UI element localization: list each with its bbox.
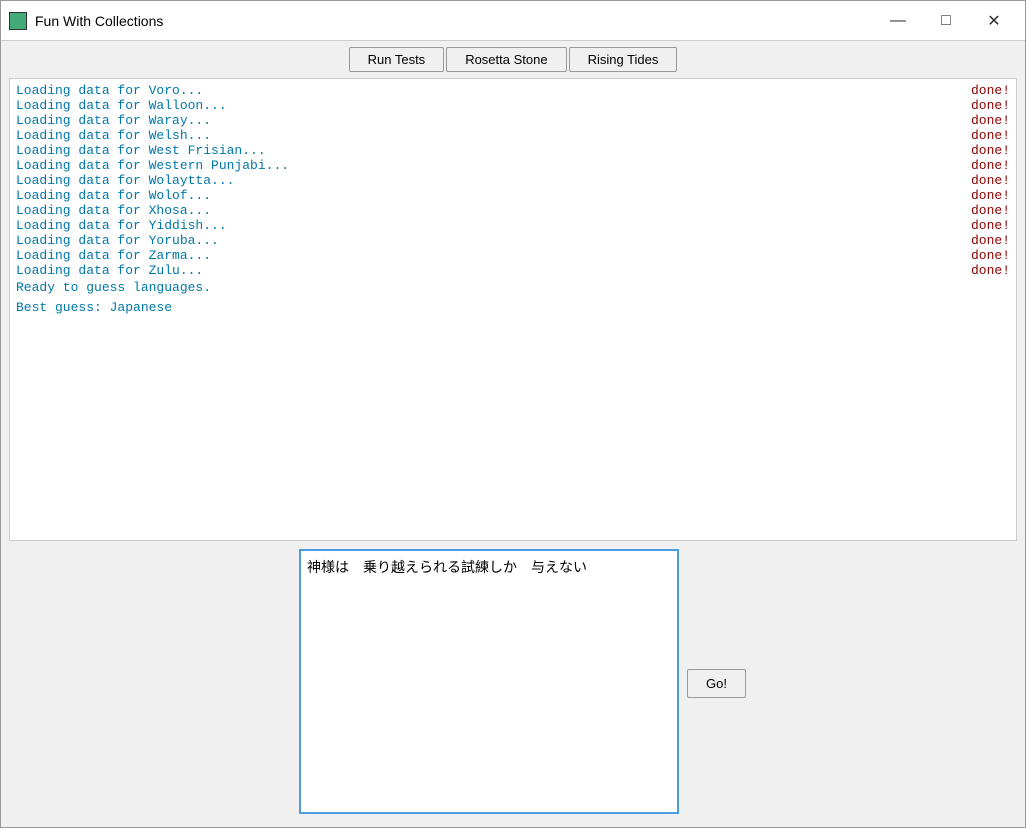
- run-tests-button[interactable]: Run Tests: [349, 47, 445, 72]
- log-done-text: done!: [931, 128, 1010, 143]
- log-guess-text: Best guess: Japanese: [16, 298, 1010, 318]
- log-done-text: done!: [931, 233, 1010, 248]
- log-loading-text: Loading data for Waray...: [16, 113, 211, 128]
- log-entry: Loading data for Zulu... done!: [16, 263, 1010, 278]
- log-loading-text: Loading data for West Frisian...: [16, 143, 266, 158]
- main-content: Loading data for Voro...done!Loading dat…: [1, 78, 1025, 827]
- log-panel[interactable]: Loading data for Voro...done!Loading dat…: [9, 78, 1017, 541]
- bottom-panel: Go!: [9, 549, 1017, 819]
- log-loading-text: Loading data for Xhosa...: [16, 203, 211, 218]
- maximize-button[interactable]: □: [923, 6, 969, 36]
- log-done-text: done!: [931, 218, 1010, 233]
- app-icon: [9, 12, 27, 30]
- log-done-text: done!: [931, 143, 1010, 158]
- minimize-button[interactable]: —: [875, 6, 921, 36]
- log-done-text: done!: [931, 188, 1010, 203]
- log-entry: Loading data for Wolof... done!: [16, 188, 1010, 203]
- window-title: Fun With Collections: [35, 13, 875, 29]
- log-entry: Loading data for Waray... done!: [16, 113, 1010, 128]
- log-loading-text: Loading data for Western Punjabi...: [16, 158, 289, 173]
- window-controls: — □ ✕: [875, 6, 1017, 36]
- log-loading-text: Loading data for Welsh...: [16, 128, 211, 143]
- log-entry: Loading data for Welsh... done!: [16, 128, 1010, 143]
- close-button[interactable]: ✕: [971, 6, 1017, 36]
- log-entry: Loading data for Xhosa... done!: [16, 203, 1010, 218]
- log-loading-text: Loading data for Walloon...: [16, 98, 227, 113]
- log-loading-text: Loading data for Yoruba...: [16, 233, 219, 248]
- main-window: Fun With Collections — □ ✕ Run Tests Ros…: [0, 0, 1026, 828]
- log-entry: Loading data for Yoruba... done!: [16, 233, 1010, 248]
- log-done-text: done!: [931, 203, 1010, 218]
- log-done-text: done!: [931, 248, 1010, 263]
- log-loading-text: Loading data for Wolaytta...: [16, 173, 234, 188]
- log-ready-text: Ready to guess languages.: [16, 278, 1010, 298]
- rosetta-stone-button[interactable]: Rosetta Stone: [446, 47, 566, 72]
- log-entry: Loading data for Yiddish... done!: [16, 218, 1010, 233]
- log-loading-text: Loading data for Voro...: [16, 83, 203, 98]
- log-done-text: done!: [931, 263, 1010, 278]
- rising-tides-button[interactable]: Rising Tides: [569, 47, 678, 72]
- log-loading-text: Loading data for Zulu...: [16, 263, 203, 278]
- log-done-text: done!: [931, 83, 1010, 98]
- go-button[interactable]: Go!: [687, 669, 746, 698]
- log-entry: Loading data for Walloon... done!: [16, 98, 1010, 113]
- log-entry: Loading data for Western Punjabi... done!: [16, 158, 1010, 173]
- log-done-text: done!: [931, 98, 1010, 113]
- log-loading-text: Loading data for Wolof...: [16, 188, 211, 203]
- log-loading-text: Loading data for Zarma...: [16, 248, 211, 263]
- log-entry: Loading data for Wolaytta... done!: [16, 173, 1010, 188]
- log-done-text: done!: [931, 173, 1010, 188]
- title-bar: Fun With Collections — □ ✕: [1, 1, 1025, 41]
- log-done-text: done!: [931, 113, 1010, 128]
- log-entry: Loading data for West Frisian... done!: [16, 143, 1010, 158]
- log-loading-text: Loading data for Yiddish...: [16, 218, 227, 233]
- text-input[interactable]: [299, 549, 679, 814]
- log-done-text: done!: [931, 158, 1010, 173]
- log-entry: Loading data for Zarma... done!: [16, 248, 1010, 263]
- toolbar: Run Tests Rosetta Stone Rising Tides: [1, 41, 1025, 78]
- log-entry: Loading data for Voro... done!: [16, 83, 1010, 98]
